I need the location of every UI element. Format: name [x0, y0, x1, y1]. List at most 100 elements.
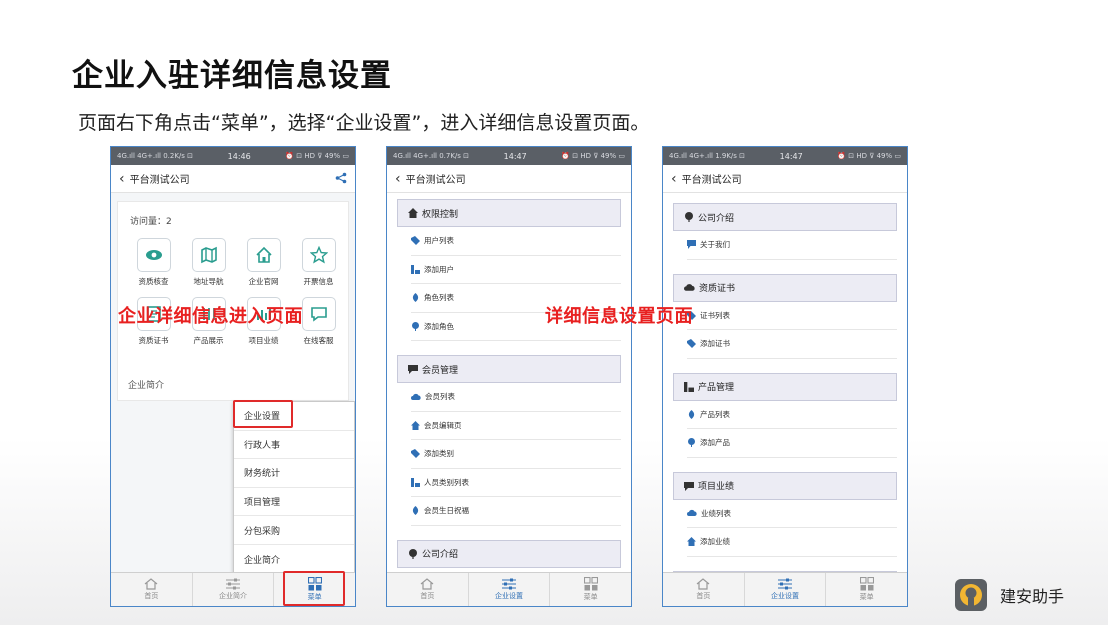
tab-menu[interactable]: 菜单 [550, 573, 631, 606]
tab-menu[interactable]: 菜单 [826, 573, 907, 606]
group-company-intro[interactable]: 公司介绍 [397, 539, 621, 568]
phone-screenshot-settings-1: 4G.ıll 4G+.ıll 0.7K/s ⊡ 14:47 ⏰ ⊡ HD ⊽ 4… [386, 146, 632, 607]
menu-item-finance[interactable]: 财务统计 [234, 459, 354, 488]
tab-home[interactable]: 首页 [663, 573, 745, 606]
tag-icon [411, 236, 420, 246]
home-icon [144, 578, 158, 590]
app-bar: ‹ 平台测试公司 [111, 165, 355, 193]
app-bar: ‹ 平台测试公司 [387, 165, 631, 193]
annotation-entry-page: 企业详细信息进入页面 [118, 306, 303, 327]
back-arrow-icon[interactable]: ‹ [119, 172, 125, 186]
sliders-icon [778, 578, 792, 590]
grid-item-website[interactable]: 企业官网 [236, 238, 291, 287]
tag-icon [687, 339, 696, 349]
pin-icon [412, 321, 419, 331]
menu-item[interactable]: 会员生日祝福 [411, 497, 621, 526]
slide-subtitle: 页面右下角点击“菜单”，选择“企业设置”，进入详细信息设置页面。 [78, 112, 650, 134]
grid-label: 产品展示 [193, 336, 224, 345]
cloud-icon [411, 393, 421, 400]
home-icon [255, 246, 272, 263]
menu-item[interactable]: 添加用户 [411, 256, 621, 284]
menu-item[interactable]: 业绩列表 [687, 500, 897, 528]
brand: 建安助手 [954, 578, 1064, 612]
menu-item[interactable]: 添加产品 [687, 429, 897, 458]
group-members[interactable]: 会员管理 [397, 355, 621, 383]
menu-grid-icon [583, 577, 598, 591]
tab-bar: 首页 企业设置 菜单 [387, 572, 631, 606]
menu-item[interactable]: 人员类别列表 [411, 469, 621, 497]
tab-label: 首页 [144, 592, 159, 600]
status-signal: 4G.ıll 4G+.ıll 0.7K/s ⊡ [393, 152, 470, 160]
status-bar: 4G.ıll 4G+.ıll 0.2K/s ⊡ 14:46 ⏰ ⊡ HD ⊽ 4… [111, 147, 355, 165]
menu-item[interactable]: 用户列表 [411, 227, 621, 256]
group-certificates[interactable]: 资质证书 [673, 273, 897, 302]
home-icon [411, 420, 420, 430]
status-battery: ⏰ ⊡ HD ⊽ 49% ▭ [561, 152, 625, 160]
pin-icon [688, 438, 695, 448]
user-chart-icon [411, 264, 420, 274]
menu-item[interactable]: 会员编辑页 [411, 412, 621, 440]
status-time: 14:47 [779, 151, 803, 161]
back-arrow-icon[interactable]: ‹ [395, 172, 401, 186]
tab-label: 企业设置 [495, 592, 523, 600]
menu-item-project[interactable]: 项目管理 [234, 488, 354, 517]
group-company-intro[interactable]: 公司介绍 [673, 203, 897, 231]
cloud-icon [687, 510, 697, 517]
grid-item-address-nav[interactable]: 地址导航 [181, 238, 236, 287]
tab-intro[interactable]: 企业简介 [193, 573, 275, 606]
menu-grid-icon [859, 577, 874, 591]
user-chart-icon [411, 477, 420, 487]
group-projects[interactable]: 项目业绩 [673, 471, 897, 500]
tab-label: 菜单 [859, 593, 874, 601]
menu-item[interactable]: 添加类别 [411, 440, 621, 469]
home-icon [687, 537, 696, 547]
brand-logo-icon [955, 579, 987, 611]
tab-company-settings[interactable]: 企业设置 [745, 573, 827, 606]
brand-name: 建安助手 [1000, 587, 1065, 606]
menu-item-hr[interactable]: 行政人事 [234, 431, 354, 460]
leaf-icon [412, 293, 419, 303]
menu-item[interactable]: 会员列表 [411, 383, 621, 412]
group-products[interactable]: 产品管理 [673, 372, 897, 401]
menu-item-intro[interactable]: 企业简介 [234, 545, 354, 574]
app-bar: ‹ 平台测试公司 [663, 165, 907, 193]
grid-item-qualification-check[interactable]: 资质核查 [126, 238, 181, 287]
app-title: 平台测试公司 [681, 175, 742, 186]
menu-item[interactable]: 添加业绩 [687, 528, 897, 557]
user-chart-icon [684, 381, 694, 392]
back-arrow-icon[interactable]: ‹ [671, 172, 677, 186]
company-card: 访问量：2 资质核查 地址导航 企业官网 开票信息 资质证书 产品展示 项目业绩… [117, 201, 349, 401]
tab-label: 菜单 [583, 593, 598, 601]
home-icon [696, 578, 710, 590]
status-time: 14:46 [227, 151, 251, 161]
phone-screenshot-home: 4G.ıll 4G+.ıll 0.2K/s ⊡ 14:46 ⏰ ⊡ HD ⊽ 4… [110, 146, 356, 607]
home-icon [420, 578, 434, 590]
settings-menu: 权限控制 用户列表 添加用户 角色列表 添加角色 会员管理 会员列表 会员编辑页… [387, 193, 631, 572]
menu-item-procurement[interactable]: 分包采购 [234, 516, 354, 545]
company-intro-label: 企业简介 [128, 381, 165, 391]
menu-item[interactable]: 添加证书 [687, 330, 897, 359]
tab-company-settings[interactable]: 企业设置 [469, 573, 551, 606]
home-icon [408, 208, 418, 218]
status-time: 14:47 [503, 151, 527, 161]
visit-count: 访问量：2 [130, 217, 172, 227]
share-icon[interactable] [335, 172, 347, 187]
tag-icon [411, 449, 420, 459]
grid-label: 开票信息 [303, 277, 334, 286]
status-signal: 4G.ıll 4G+.ıll 1.9K/s ⊡ [669, 152, 746, 160]
grid-item-invoice[interactable]: 开票信息 [291, 238, 346, 287]
menu-item[interactable]: 关于我们 [687, 231, 897, 260]
grid-label: 地址导航 [193, 277, 224, 286]
tab-label: 首页 [696, 592, 711, 600]
status-battery: ⏰ ⊡ HD ⊽ 49% ▭ [837, 152, 901, 160]
menu-item[interactable]: 产品列表 [687, 401, 897, 429]
star-icon [309, 246, 328, 264]
app-title: 平台测试公司 [129, 175, 190, 186]
tab-home[interactable]: 首页 [111, 573, 193, 606]
menu-item[interactable]: 证书列表 [687, 302, 897, 330]
feature-grid: 资质核查 地址导航 企业官网 开票信息 资质证书 产品展示 项目业绩 在线客服 [126, 238, 346, 346]
grid-label: 项目业绩 [248, 336, 279, 345]
tab-home[interactable]: 首页 [387, 573, 469, 606]
phone-screenshot-settings-2: 4G.ıll 4G+.ıll 1.9K/s ⊡ 14:47 ⏰ ⊡ HD ⊽ 4… [662, 146, 908, 607]
group-permissions[interactable]: 权限控制 [397, 199, 621, 227]
